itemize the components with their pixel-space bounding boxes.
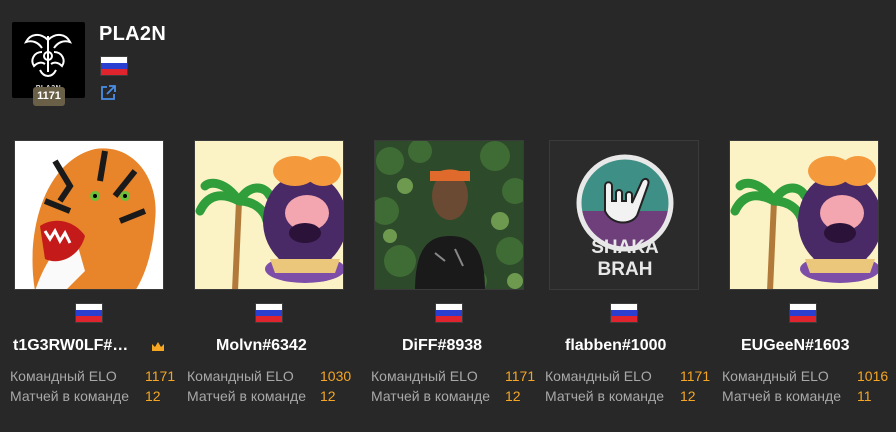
stat-value-elo: 1171 (680, 368, 711, 384)
russia-flag-icon (255, 303, 283, 323)
stat-label-elo: Командный ELO (545, 368, 652, 384)
team-flag (100, 56, 128, 76)
shaka-brah-avatar[interactable]: SHAKA BRAH (549, 140, 699, 290)
stat-value-elo: 1171 (505, 368, 536, 384)
player-flag (435, 303, 463, 323)
player-card: Molvn#6342 Командный ELO 1030 Матчей в к… (187, 140, 354, 410)
stat-label-matches: Матчей в команде (722, 388, 841, 404)
stat-label-elo: Командный ELO (722, 368, 829, 384)
player-card: EUGeeN#1603 Командный ELO 1016 Матчей в … (722, 140, 889, 410)
team-name: PLA2N (99, 23, 167, 45)
player-card: t1G3RW0LF#… Командный ELO 1171 Матчей в … (10, 140, 176, 410)
crown-icon (152, 342, 164, 351)
svg-text:BRAH: BRAH (598, 259, 653, 280)
player-card: DiFF#8938 Командный ELO 1171 Матчей в ко… (371, 140, 536, 410)
player-flag (610, 303, 638, 323)
stat-label-matches: Матчей в команде (10, 388, 129, 404)
stat-label-matches: Матчей в команде (187, 388, 306, 404)
player-name[interactable]: flabben#1000 (565, 337, 725, 355)
stat-label-elo: Командный ELO (371, 368, 478, 384)
stat-value-elo: 1171 (145, 368, 176, 384)
player-flag (75, 303, 103, 323)
caveman-avatar[interactable] (194, 140, 344, 290)
stat-value-matches: 12 (320, 388, 336, 404)
stat-value-matches: 12 (680, 388, 696, 404)
caveman-avatar[interactable] (729, 140, 879, 290)
stat-value-matches: 12 (145, 388, 161, 404)
player-name[interactable]: EUGeeN#1603 (741, 337, 896, 355)
player-name[interactable]: DiFF#8938 (402, 337, 562, 355)
svg-text:SHAKA: SHAKA (591, 237, 659, 258)
stat-label-elo: Командный ELO (187, 368, 294, 384)
russia-flag-icon (610, 303, 638, 323)
russia-flag-icon (100, 56, 128, 76)
stat-label-elo: Командный ELO (10, 368, 117, 384)
russia-flag-icon (435, 303, 463, 323)
player-flag (789, 303, 817, 323)
stat-value-matches: 11 (857, 388, 872, 404)
external-link-icon[interactable] (99, 84, 117, 102)
stat-label-matches: Матчей в команде (545, 388, 664, 404)
photo-avatar[interactable] (374, 140, 524, 290)
player-name[interactable]: Molvn#6342 (216, 337, 376, 355)
player-flag (255, 303, 283, 323)
team-header: PLA2N 1171 PLA2N (12, 22, 412, 112)
team-elo-badge: 1171 (33, 87, 65, 106)
russia-flag-icon (75, 303, 103, 323)
player-card: SHAKA BRAH flabben#1000 Командный ELO 11… (545, 140, 711, 410)
tiger-avatar[interactable] (14, 140, 164, 290)
stat-value-elo: 1016 (857, 368, 889, 384)
russia-flag-icon (789, 303, 817, 323)
player-name[interactable]: t1G3RW0LF#… (13, 337, 173, 355)
stat-label-matches: Матчей в команде (371, 388, 490, 404)
stat-value-elo: 1030 (320, 368, 352, 384)
stat-value-matches: 12 (505, 388, 521, 404)
